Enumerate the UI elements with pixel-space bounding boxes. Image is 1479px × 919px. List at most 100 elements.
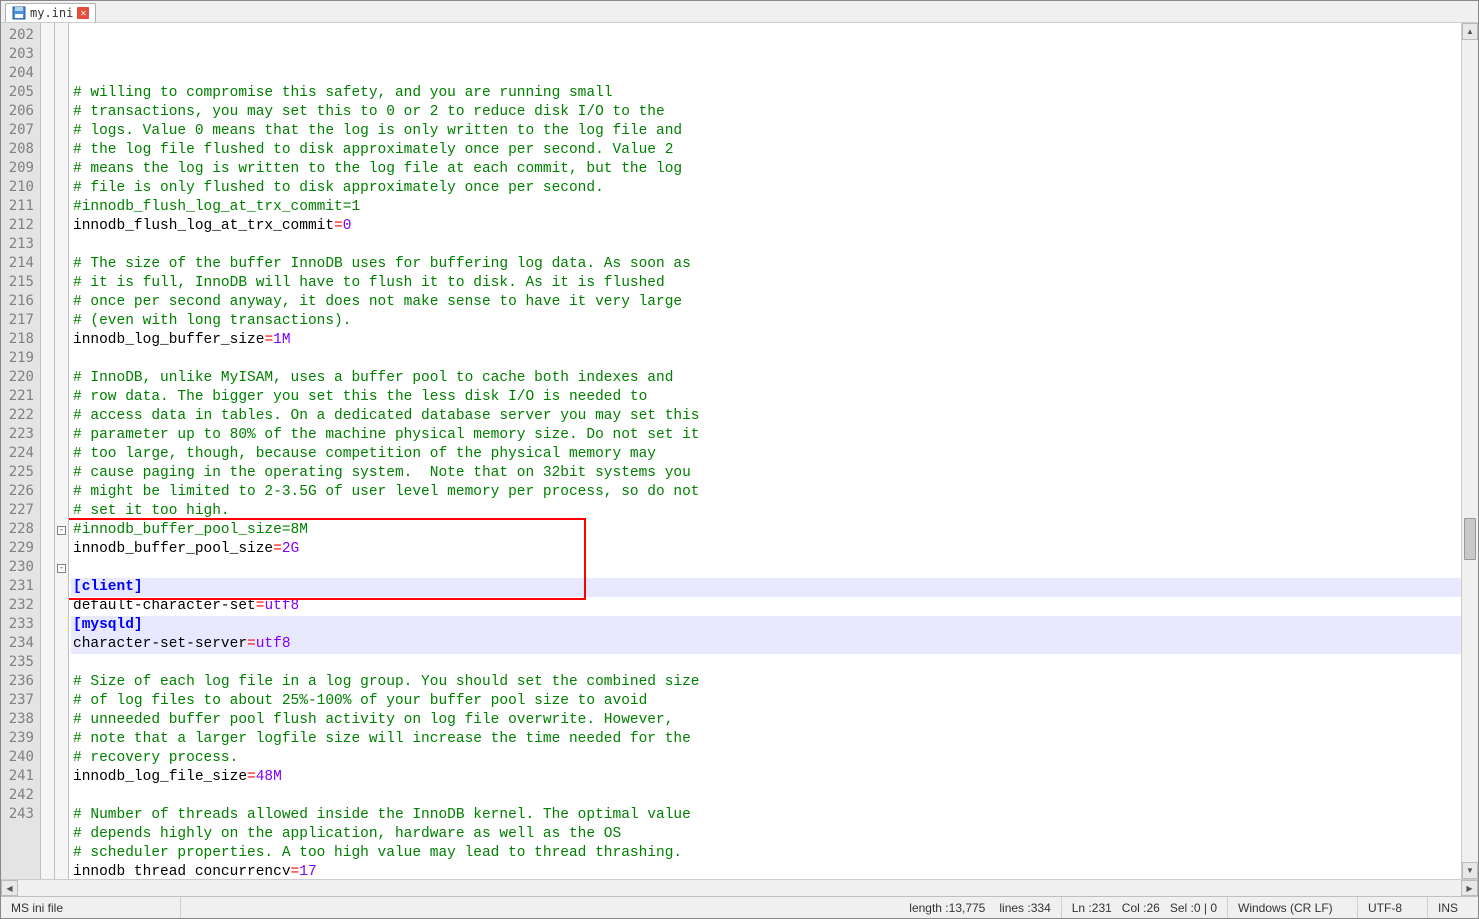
code-line[interactable]: # file is only flushed to disk approxima… [71,179,1461,198]
line-number: 213 [3,236,34,255]
editor: 2022032042052062072082092102112122132142… [1,23,1478,879]
scroll-thumb[interactable] [1464,518,1476,560]
code-line[interactable]: # InnoDB, unlike MyISAM, uses a buffer p… [71,369,1461,388]
code-line[interactable]: # (even with long transactions). [71,312,1461,331]
code-line[interactable]: [mysqld] [71,616,1461,635]
line-number: 240 [3,749,34,768]
line-number: 211 [3,198,34,217]
code-line[interactable] [71,559,1461,578]
code-line[interactable] [71,350,1461,369]
status-ins: INS [1428,897,1478,918]
code-line[interactable]: #innodb_buffer_pool_size=8M [71,521,1461,540]
code-line[interactable]: # The size of the buffer InnoDB uses for… [71,255,1461,274]
code-line[interactable]: # the log file flushed to disk approxima… [71,141,1461,160]
status-position: Ln : 231 Col : 26 Sel : 0 | 0 [1062,897,1228,918]
line-number: 205 [3,84,34,103]
code-line[interactable]: # depends highly on the application, har… [71,825,1461,844]
close-icon[interactable]: ✕ [77,7,89,19]
code-line[interactable]: # of log files to about 25%-100% of your… [71,692,1461,711]
scroll-left-icon[interactable]: ◀ [1,880,18,896]
code-line[interactable]: # unneeded buffer pool flush activity on… [71,711,1461,730]
horizontal-scrollbar[interactable]: ◀ ▶ [1,880,1478,896]
status-length: length : 13,775 lines : 334 [899,897,1061,918]
scroll-down-icon[interactable]: ▼ [1462,862,1478,879]
code-line[interactable]: character-set-server=utf8 [71,635,1461,654]
status-eol: Windows (CR LF) [1228,897,1358,918]
marker-margin [41,23,55,879]
code-line[interactable]: # cause paging in the operating system. … [71,464,1461,483]
code-line[interactable]: # logs. Value 0 means that the log is on… [71,122,1461,141]
line-number: 203 [3,46,34,65]
scroll-up-icon[interactable]: ▲ [1462,23,1478,40]
line-number: 215 [3,274,34,293]
code-line[interactable]: # might be limited to 2-3.5G of user lev… [71,483,1461,502]
code-line[interactable]: # parameter up to 80% of the machine phy… [71,426,1461,445]
code-line[interactable]: # willing to compromise this safety, and… [71,84,1461,103]
code-line[interactable]: # note that a larger logfile size will i… [71,730,1461,749]
tab-bar: my.ini ✕ [1,1,1478,23]
line-number: 224 [3,445,34,464]
code-line[interactable]: # Size of each log file in a log group. … [71,673,1461,692]
code-line[interactable]: innodb_flush_log_at_trx_commit=0 [71,217,1461,236]
line-number-gutter: 2022032042052062072082092102112122132142… [1,23,41,879]
line-number: 228 [3,521,34,540]
line-number: 219 [3,350,34,369]
line-number: 206 [3,103,34,122]
code-line[interactable]: [client] [71,578,1461,597]
code-line[interactable]: # row data. The bigger you set this the … [71,388,1461,407]
code-line[interactable]: innodb_thread_concurrency=17 [71,863,1461,875]
disk-icon [12,6,26,20]
tab-filename: my.ini [30,6,73,20]
line-number: 232 [3,597,34,616]
code-line[interactable]: # recovery process. [71,749,1461,768]
code-line[interactable]: innodb_buffer_pool_size=2G [71,540,1461,559]
line-number: 216 [3,293,34,312]
code-line[interactable]: # scheduler properties. A too high value… [71,844,1461,863]
line-number: 214 [3,255,34,274]
vertical-scrollbar[interactable]: ▲ ▼ [1461,23,1478,879]
code-line[interactable]: innodb_log_file_size=48M [71,768,1461,787]
line-number: 243 [3,806,34,825]
line-number: 238 [3,711,34,730]
fold-toggle-icon[interactable]: - [57,564,66,573]
line-number: 233 [3,616,34,635]
code-line[interactable]: default-character-set=utf8 [71,597,1461,616]
status-bar: MS ini file length : 13,775 lines : 334 … [1,896,1478,918]
status-encoding: UTF-8 [1358,897,1428,918]
code-line[interactable] [71,236,1461,255]
line-number: 208 [3,141,34,160]
line-number: 242 [3,787,34,806]
code-line[interactable] [71,654,1461,673]
line-number: 223 [3,426,34,445]
code-line[interactable]: innodb_log_buffer_size=1M [71,331,1461,350]
code-line[interactable]: # once per second anyway, it does not ma… [71,293,1461,312]
horizontal-scrollbar-row: ◀ ▶ [1,879,1478,896]
line-number: 225 [3,464,34,483]
line-number: 209 [3,160,34,179]
line-number: 236 [3,673,34,692]
line-number: 202 [3,27,34,46]
line-number: 229 [3,540,34,559]
line-number: 235 [3,654,34,673]
code-area[interactable]: # willing to compromise this safety, and… [69,23,1461,879]
line-number: 221 [3,388,34,407]
code-line[interactable]: # set it too high. [71,502,1461,521]
line-number: 217 [3,312,34,331]
line-number: 204 [3,65,34,84]
line-number: 220 [3,369,34,388]
code-line[interactable]: # means the log is written to the log fi… [71,160,1461,179]
line-number: 218 [3,331,34,350]
code-line[interactable]: # it is full, InnoDB will have to flush … [71,274,1461,293]
fold-toggle-icon[interactable]: - [57,526,66,535]
code-line[interactable]: # transactions, you may set this to 0 or… [71,103,1461,122]
code-line[interactable]: # Number of threads allowed inside the I… [71,806,1461,825]
code-line[interactable]: #innodb_flush_log_at_trx_commit=1 [71,198,1461,217]
file-tab[interactable]: my.ini ✕ [5,3,96,22]
scroll-right-icon[interactable]: ▶ [1461,880,1478,896]
code-line[interactable]: # too large, though, because competition… [71,445,1461,464]
line-number: 226 [3,483,34,502]
line-number: 230 [3,559,34,578]
code-line[interactable]: # access data in tables. On a dedicated … [71,407,1461,426]
code-line[interactable] [71,787,1461,806]
line-number: 222 [3,407,34,426]
